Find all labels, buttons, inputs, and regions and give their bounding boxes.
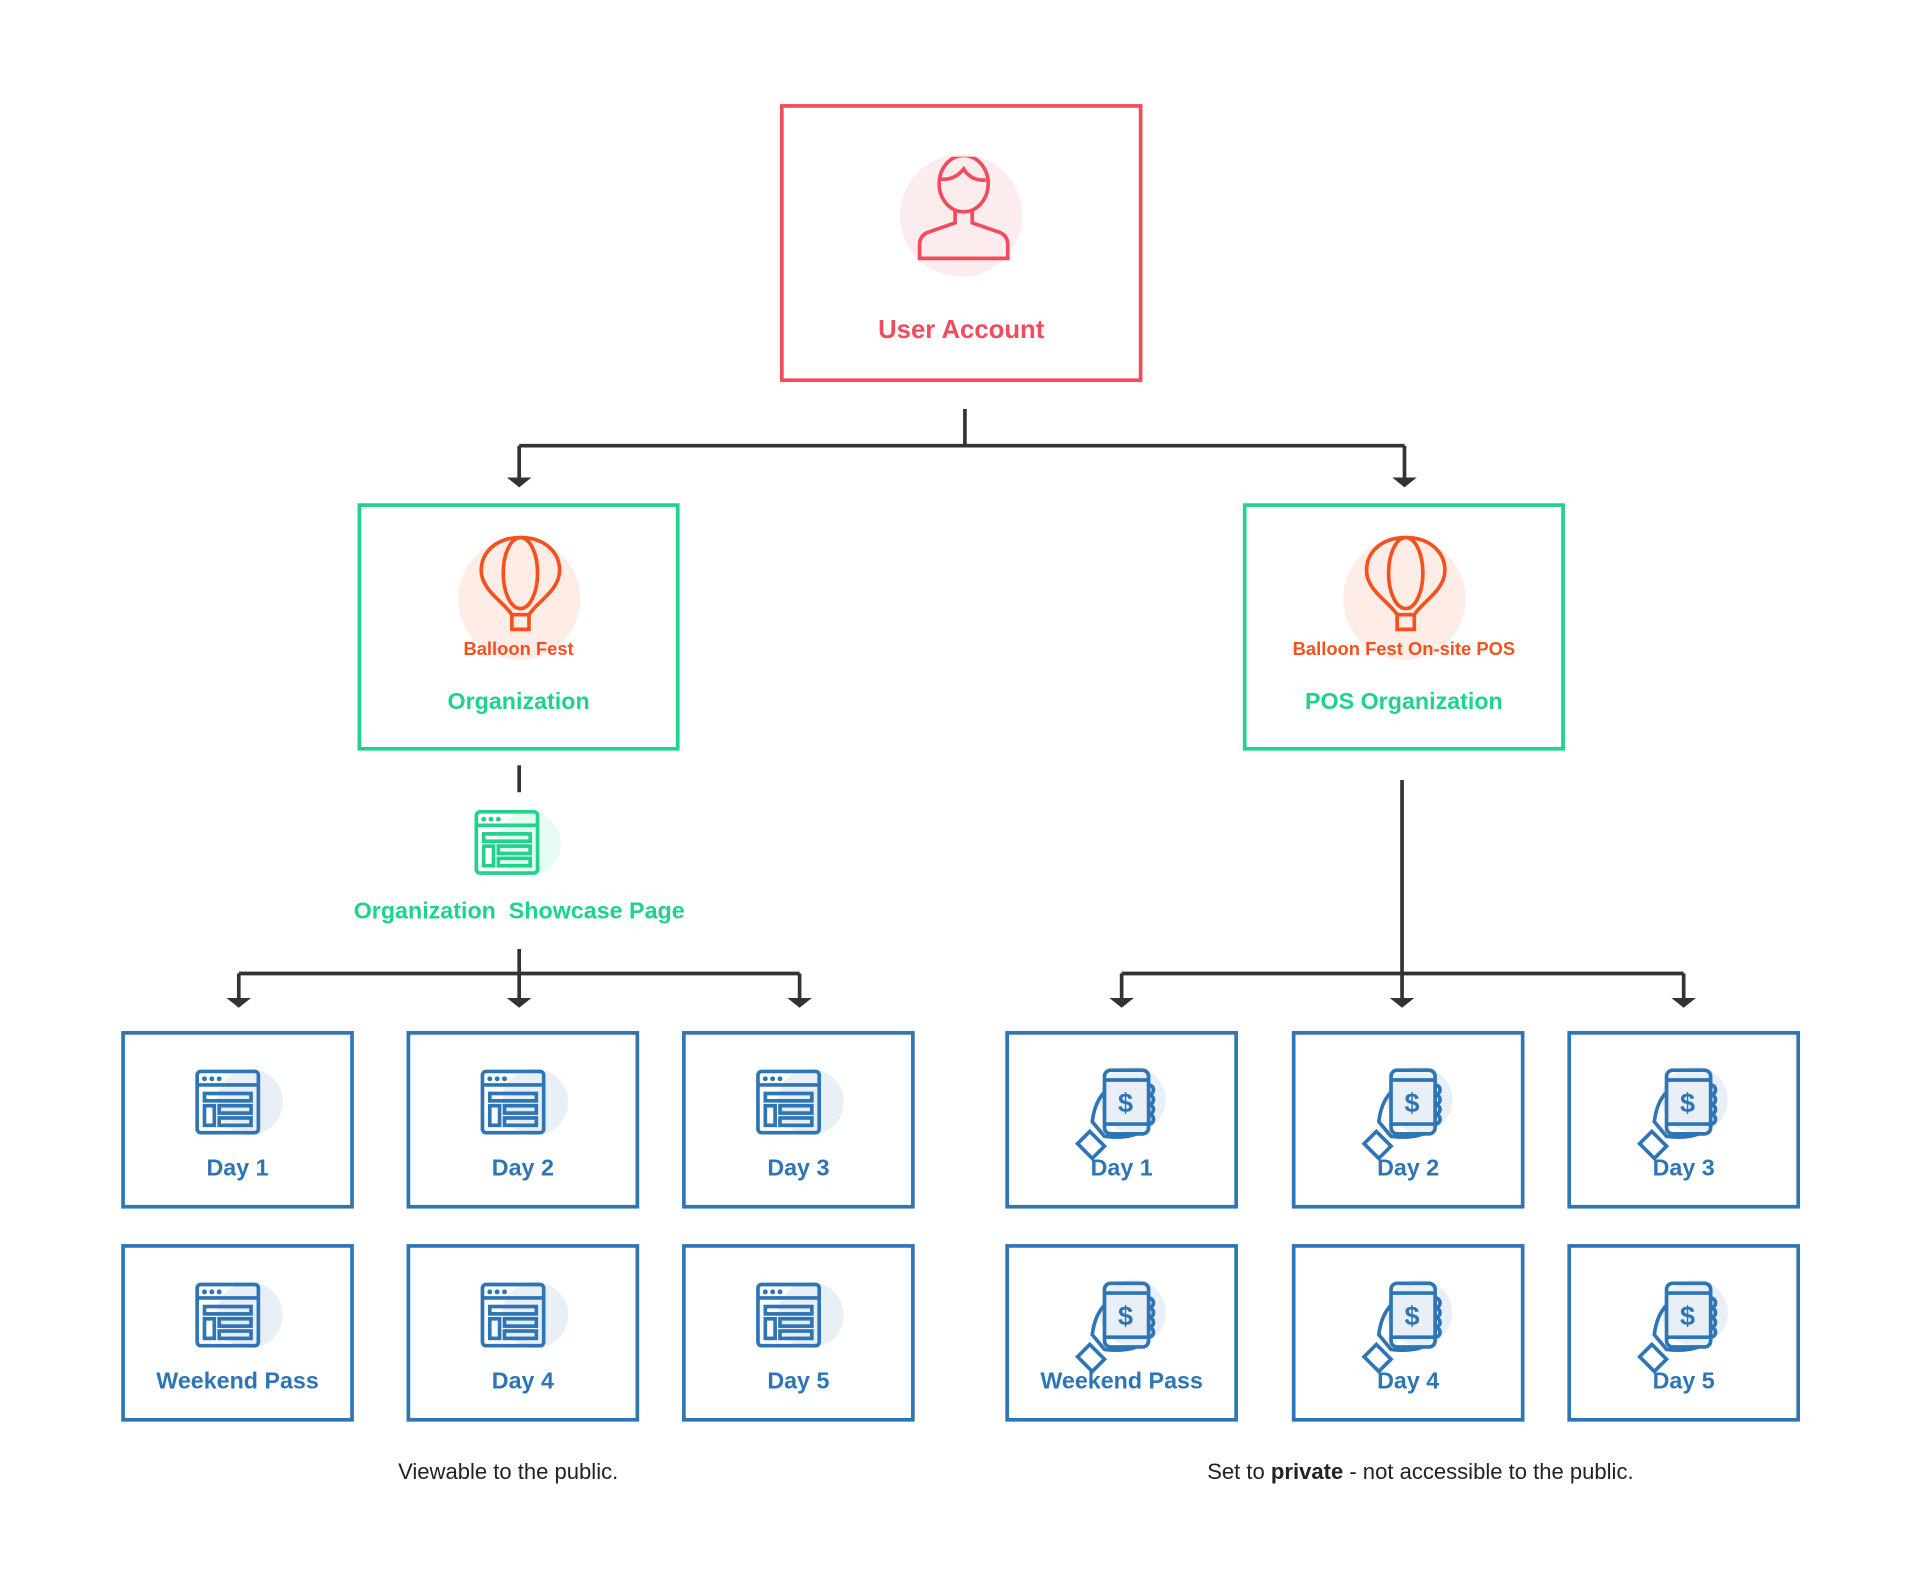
svg-text:$: $ <box>1680 1088 1695 1118</box>
web-page-icon <box>474 810 540 875</box>
web-page-icon <box>480 1069 546 1135</box>
arrow-head <box>787 997 812 1008</box>
svg-text:$: $ <box>1680 1301 1695 1331</box>
arrow-head <box>1389 997 1415 1008</box>
web-page-icon <box>195 1282 261 1348</box>
svg-text:$: $ <box>1118 1301 1133 1331</box>
showcase-page[interactable]: Organization Showcase Page <box>336 802 703 937</box>
arrow-head <box>506 477 532 488</box>
item-label: Day 1 <box>1090 1155 1153 1182</box>
organization-box[interactable]: Balloon Fest Organization <box>357 503 680 751</box>
connector-pos-items <box>1119 780 1686 998</box>
user-account-label: User Account <box>878 315 1045 345</box>
arrow-head <box>1109 997 1134 1008</box>
svg-text:$: $ <box>1405 1301 1420 1331</box>
organization-type: Organization <box>447 689 590 716</box>
web-page-icon <box>756 1069 822 1135</box>
web-page-icon <box>195 1069 261 1135</box>
arrow-head <box>506 997 532 1008</box>
diagram: User Account Balloon Fest Organization B… <box>0 0 1920 1569</box>
showcase-label: Organization Showcase Page <box>353 898 685 925</box>
ticket-page-box[interactable]: Weekend Pass <box>121 1244 354 1422</box>
pos-item-box[interactable]: $ Day 3 <box>1567 1031 1801 1209</box>
item-label: Day 1 <box>206 1155 269 1182</box>
user-icon <box>917 156 1010 261</box>
pos-item-box[interactable]: $ Day 4 <box>1291 1244 1525 1422</box>
item-label: Day 5 <box>1652 1368 1715 1395</box>
pos-item-box[interactable]: $ Day 2 <box>1291 1031 1525 1209</box>
ticket-page-box[interactable]: Day 5 <box>682 1244 915 1422</box>
connector-showcase-items <box>236 948 802 998</box>
caption-text: Set to <box>1207 1459 1271 1485</box>
web-page-icon <box>480 1282 546 1348</box>
ticket-page-box[interactable]: Day 2 <box>406 1031 640 1209</box>
pos-organization-box[interactable]: Balloon Fest On-site POS POS Organizatio… <box>1242 503 1565 751</box>
organization-type: POS Organization <box>1304 689 1503 716</box>
arrow-head <box>1671 997 1696 1008</box>
public-caption: Viewable to the public. <box>398 1459 619 1485</box>
user-account-box[interactable]: User Account <box>780 104 1143 383</box>
pos-item-box[interactable]: $ Weekend Pass <box>1005 1244 1238 1422</box>
arrow-head <box>226 997 252 1008</box>
hot-air-balloon-icon <box>479 535 562 632</box>
item-label: Weekend Pass <box>156 1368 319 1395</box>
item-label: Day 4 <box>491 1368 554 1395</box>
item-label: Day 4 <box>1377 1368 1440 1395</box>
web-page-icon <box>756 1282 822 1348</box>
arrow-head <box>1392 477 1417 488</box>
organization-name: Balloon Fest <box>463 639 574 661</box>
caption-private: private <box>1270 1459 1344 1485</box>
item-label: Day 2 <box>1377 1155 1440 1182</box>
item-label: Day 3 <box>767 1155 830 1182</box>
svg-text:$: $ <box>1405 1088 1420 1118</box>
mobile-payment-icon: $ <box>1361 1068 1442 1161</box>
item-label: Day 3 <box>1652 1155 1715 1182</box>
connector-user <box>517 408 1407 478</box>
svg-text:$: $ <box>1118 1088 1133 1118</box>
pos-item-box[interactable]: $ Day 1 <box>1005 1031 1238 1209</box>
ticket-page-box[interactable]: Day 1 <box>121 1031 354 1209</box>
ticket-page-box[interactable]: Day 4 <box>406 1244 640 1422</box>
mobile-payment-icon: $ <box>1637 1281 1718 1375</box>
mobile-payment-icon: $ <box>1075 1068 1156 1161</box>
mobile-payment-icon: $ <box>1637 1068 1718 1161</box>
mobile-payment-icon: $ <box>1361 1281 1442 1375</box>
item-label: Day 2 <box>491 1155 554 1182</box>
caption-text: - not accessible to the public. <box>1343 1459 1634 1485</box>
hot-air-balloon-icon <box>1364 535 1447 632</box>
item-label: Weekend Pass <box>1040 1368 1203 1395</box>
private-caption: Set to private - not accessible to the p… <box>1053 1460 1788 1486</box>
organization-name: Balloon Fest On-site POS <box>1292 639 1516 661</box>
item-label: Day 5 <box>767 1368 830 1395</box>
mobile-payment-icon: $ <box>1075 1281 1156 1375</box>
pos-item-box[interactable]: $ Day 5 <box>1567 1244 1801 1422</box>
ticket-page-box[interactable]: Day 3 <box>682 1031 915 1209</box>
